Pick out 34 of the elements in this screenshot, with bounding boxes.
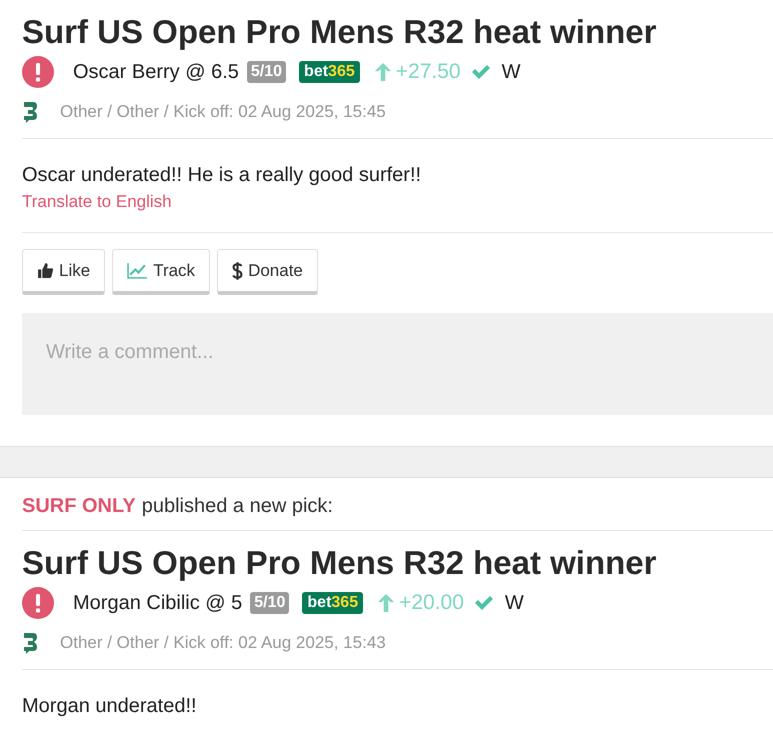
action-button[interactable]: Track	[112, 249, 210, 295]
post-header-text: published a new pick:	[142, 495, 333, 517]
profit-value: +20.00	[399, 591, 464, 615]
chart-icon	[127, 262, 148, 279]
author-link[interactable]: SURF ONLY	[22, 495, 136, 517]
pick-comment: Morgan underated!!	[22, 694, 198, 719]
comment-field[interactable]: Write a comment...	[22, 313, 773, 415]
bookmaker-badge[interactable]: bet365	[299, 61, 360, 83]
action-button[interactable]: Like	[22, 249, 106, 295]
up-arrow-icon	[374, 62, 392, 82]
stake-badge: 5/10	[246, 61, 286, 83]
logo-icon	[22, 101, 38, 123]
dollar-icon	[232, 260, 244, 280]
result-label: W	[504, 592, 524, 614]
profit-value: +27.50	[396, 60, 461, 84]
exclamation-icon	[22, 56, 54, 88]
up-arrow-icon	[377, 593, 396, 613]
logo-icon	[22, 632, 38, 654]
pick-comment: Oscar underated!! He is a really good surfer!!	[22, 163, 422, 188]
translate-link[interactable]: Translate to English	[22, 192, 172, 212]
thumbs-up-icon	[37, 262, 54, 279]
check-icon	[474, 595, 494, 611]
check-icon	[470, 64, 491, 80]
event-meta: Other / Other / Kick off: 02 Aug 2025, 15:45	[60, 102, 386, 122]
pick-title: Surf US Open Pro Mens R32 heat winner	[22, 12, 658, 52]
exclamation-icon	[22, 587, 54, 619]
action-button[interactable]: Donate	[217, 249, 318, 295]
result-label: W	[502, 60, 520, 84]
selection-odds: Morgan Cibilic @ 5	[73, 592, 242, 614]
bookmaker-badge[interactable]: bet365	[302, 592, 364, 614]
event-meta: Other / Other / Kick off: 02 Aug 2025, 15:43	[60, 633, 386, 653]
pick-title: Surf US Open Pro Mens R32 heat winner	[22, 543, 658, 583]
selection-odds: Oscar Berry @ 6.5	[73, 60, 239, 84]
stake-badge: 5/10	[250, 592, 290, 614]
